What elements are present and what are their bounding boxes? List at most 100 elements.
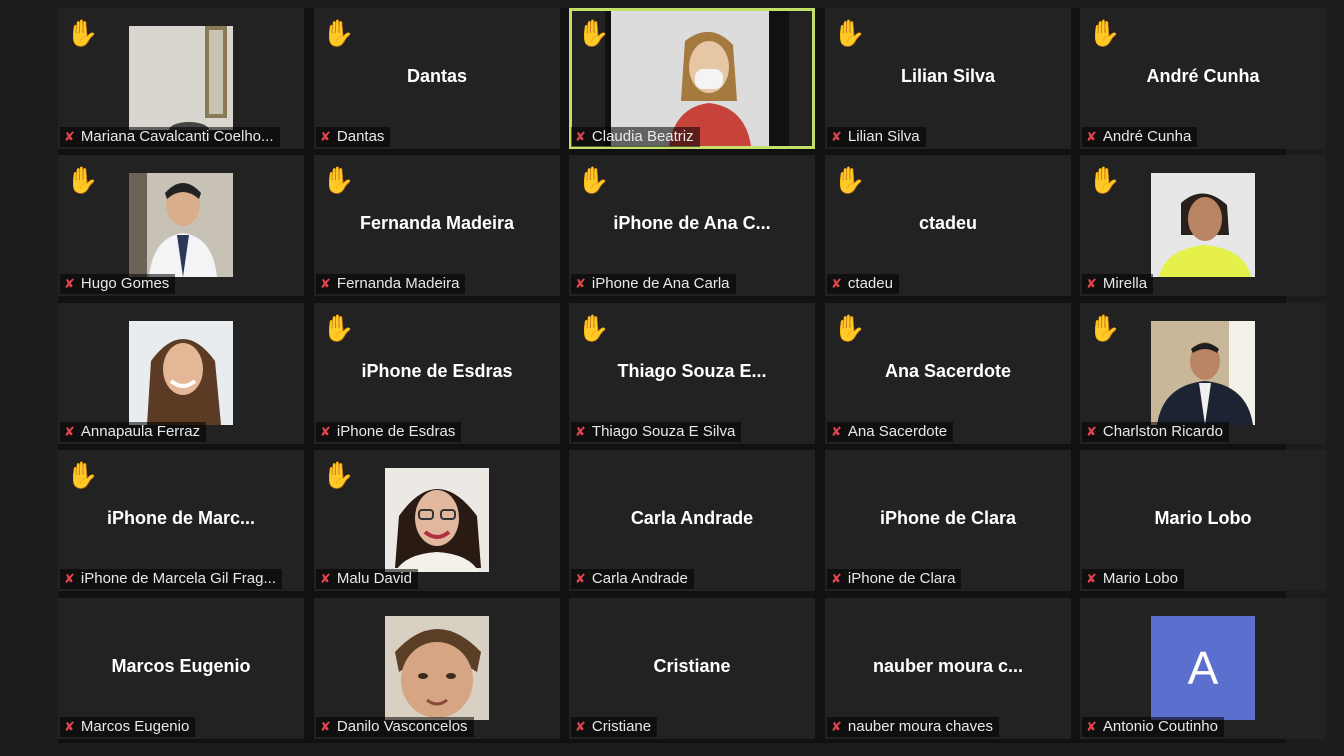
- mic-muted-icon: ✘: [575, 719, 586, 734]
- mic-muted-icon: ✘: [575, 276, 586, 291]
- participant-tile-annapaula-ferraz[interactable]: ✘ Annapaula Ferraz: [58, 303, 304, 444]
- raised-hand-icon: ✋: [322, 18, 355, 48]
- participant-name: Hugo Gomes: [80, 275, 170, 292]
- participant-name-label: ✘ Cristiane: [571, 717, 658, 737]
- participant-name-label: ✘ Malu David: [316, 569, 418, 589]
- participant-video: [385, 468, 489, 572]
- mic-muted-icon: ✘: [320, 129, 331, 144]
- participant-tile-claudia-beatriz[interactable]: ✋ ✘ Claudia Beatriz: [569, 8, 815, 149]
- participant-name: iPhone de Ana Carla: [591, 275, 730, 292]
- participant-display-name: iPhone de Marc...: [106, 508, 256, 528]
- participant-name: Mario Lobo: [1102, 570, 1178, 587]
- participant-tile-nauber-moura-chaves[interactable]: nauber moura c... ✘ nauber moura chaves: [825, 598, 1071, 739]
- participant-name: Carla Andrade: [591, 570, 688, 587]
- participant-tile-cristiane[interactable]: Cristiane ✘ Cristiane: [569, 598, 815, 739]
- participant-display-name: Ana Sacerdote: [884, 361, 1012, 381]
- participant-name: Ana Sacerdote: [847, 423, 948, 440]
- participant-display-name: Marcos Eugenio: [111, 656, 251, 676]
- participant-tile-lilian-silva[interactable]: Lilian Silva ✋ ✘ Lilian Silva: [825, 8, 1071, 149]
- participant-name: iPhone de Esdras: [336, 423, 456, 440]
- participant-display-name: Cristiane: [653, 656, 731, 676]
- participant-tile-dantas[interactable]: Dantas ✋ ✘ Dantas: [314, 8, 560, 149]
- mic-muted-icon: ✘: [1086, 129, 1097, 144]
- participant-video: [129, 26, 233, 130]
- participant-name-label: ✘ Mirella: [1082, 274, 1154, 294]
- participant-tile-carla-andrade[interactable]: Carla Andrade ✘ Carla Andrade: [569, 450, 815, 591]
- participant-name: Fernanda Madeira: [336, 275, 460, 292]
- participant-display-name: Thiago Souza E...: [617, 361, 767, 381]
- participant-name-label: ✘ André Cunha: [1082, 127, 1198, 147]
- participant-name: Charlston Ricardo: [1102, 423, 1223, 440]
- participant-tile-iphone-de-ana-carla[interactable]: iPhone de Ana C... ✋ ✘ iPhone de Ana Carla: [569, 155, 815, 296]
- raised-hand-icon: ✋: [322, 460, 355, 490]
- participant-name-label: ✘ Thiago Souza E Silva: [571, 422, 742, 442]
- participant-name: Lilian Silva: [847, 128, 920, 145]
- mic-muted-icon: ✘: [1086, 276, 1097, 291]
- mic-muted-icon: ✘: [64, 719, 75, 734]
- participant-tile-iphone-de-marcela-gil-frag[interactable]: iPhone de Marc... ✋ ✘ iPhone de Marcela Gil…: [58, 450, 304, 591]
- participant-name-label: ✘ Charlston Ricardo: [1082, 422, 1229, 442]
- participant-display-name: iPhone de Clara: [879, 508, 1017, 528]
- participant-tile-antonio-coutinho[interactable]: A ✘ Antonio Coutinho: [1080, 598, 1326, 739]
- participant-tile-andre-cunha[interactable]: André Cunha ✋ ✘ André Cunha: [1080, 8, 1326, 149]
- participant-video: [1151, 321, 1255, 425]
- participant-video: [605, 11, 789, 146]
- raised-hand-icon: ✋: [577, 18, 610, 48]
- participant-name-label: ✘ Danilo Vasconcelos: [316, 717, 474, 737]
- mic-muted-icon: ✘: [575, 129, 586, 144]
- participant-name-label: ✘ Antonio Coutinho: [1082, 717, 1224, 737]
- participant-name-label: ✘ iPhone de Esdras: [316, 422, 462, 442]
- participant-tile-iphone-de-clara[interactable]: iPhone de Clara ✘ iPhone de Clara: [825, 450, 1071, 591]
- participant-name-label: ✘ Marcos Eugenio: [60, 717, 196, 737]
- participant-name-label: ✘ nauber moura chaves: [827, 717, 999, 737]
- participant-tile-malu-david[interactable]: ✋ ✘ Malu David: [314, 450, 560, 591]
- participant-tile-hugo-gomes[interactable]: ✋ ✘ Hugo Gomes: [58, 155, 304, 296]
- participant-name-label: ✘ Dantas: [316, 127, 391, 147]
- participant-name: Mirella: [1102, 275, 1148, 292]
- participant-name-label: ✘ iPhone de Marcela Gil Frag...: [60, 569, 282, 589]
- raised-hand-icon: ✋: [66, 18, 99, 48]
- participant-name-label: ✘ iPhone de Clara: [827, 569, 962, 589]
- participant-name-label: ✘ Claudia Beatriz: [571, 127, 700, 147]
- participant-tile-ana-sacerdote[interactable]: Ana Sacerdote ✋ ✘ Ana Sacerdote: [825, 303, 1071, 444]
- participant-tile-danilo-vasconcelos[interactable]: ✘ Danilo Vasconcelos: [314, 598, 560, 739]
- participant-display-name: André Cunha: [1146, 66, 1260, 86]
- raised-hand-icon: ✋: [577, 165, 610, 195]
- participant-name-label: ✘ Fernanda Madeira: [316, 274, 466, 294]
- participant-video: [129, 173, 233, 277]
- participant-tile-iphone-de-esdras[interactable]: iPhone de Esdras ✋ ✘ iPhone de Esdras: [314, 303, 560, 444]
- participant-name: Marcos Eugenio: [80, 718, 190, 735]
- participant-name: nauber moura chaves: [847, 718, 993, 735]
- raised-hand-icon: ✋: [1088, 18, 1121, 48]
- participant-name: Antonio Coutinho: [1102, 718, 1218, 735]
- raised-hand-icon: ✋: [833, 313, 866, 343]
- participant-display-name: ctadeu: [918, 213, 978, 233]
- mic-muted-icon: ✘: [831, 424, 842, 439]
- video-grid: ✋ ✘ Mariana Cavalcanti Coelho... Dantas ✋ ✘ Da…: [58, 8, 1326, 743]
- raised-hand-icon: ✋: [577, 313, 610, 343]
- participant-tile-mario-lobo[interactable]: Mario Lobo ✘ Mario Lobo: [1080, 450, 1326, 591]
- participant-tile-mariana-cavalcanti-coelho[interactable]: ✋ ✘ Mariana Cavalcanti Coelho...: [58, 8, 304, 149]
- participant-tile-thiago-souza-e-silva[interactable]: Thiago Souza E... ✋ ✘ Thiago Souza E Silva: [569, 303, 815, 444]
- participant-display-name: Dantas: [406, 66, 468, 86]
- participant-tile-mirella[interactable]: ✋ ✘ Mirella: [1080, 155, 1326, 296]
- participant-name: Thiago Souza E Silva: [591, 423, 736, 440]
- mic-muted-icon: ✘: [1086, 424, 1097, 439]
- participant-video: [1151, 173, 1255, 277]
- participant-tile-fernanda-madeira[interactable]: Fernanda Madeira ✋ ✘ Fernanda Madeira: [314, 155, 560, 296]
- mic-muted-icon: ✘: [64, 129, 75, 144]
- participant-name-label: ✘ Mariana Cavalcanti Coelho...: [60, 127, 280, 147]
- participant-name: iPhone de Clara: [847, 570, 956, 587]
- participant-tile-charlston-ricardo[interactable]: ✋ ✘ Charlston Ricardo: [1080, 303, 1326, 444]
- participant-display-name: Carla Andrade: [630, 508, 754, 528]
- participant-name: Cristiane: [591, 718, 652, 735]
- mic-muted-icon: ✘: [575, 424, 586, 439]
- participant-name: ctadeu: [847, 275, 893, 292]
- participant-tile-ctadeu[interactable]: ctadeu ✋ ✘ ctadeu: [825, 155, 1071, 296]
- participant-display-name: Fernanda Madeira: [359, 213, 515, 233]
- participant-tile-marcos-eugenio[interactable]: Marcos Eugenio ✘ Marcos Eugenio: [58, 598, 304, 739]
- participant-name: Mariana Cavalcanti Coelho...: [80, 128, 274, 145]
- mic-muted-icon: ✘: [831, 276, 842, 291]
- mic-muted-icon: ✘: [831, 719, 842, 734]
- participant-name: Annapaula Ferraz: [80, 423, 201, 440]
